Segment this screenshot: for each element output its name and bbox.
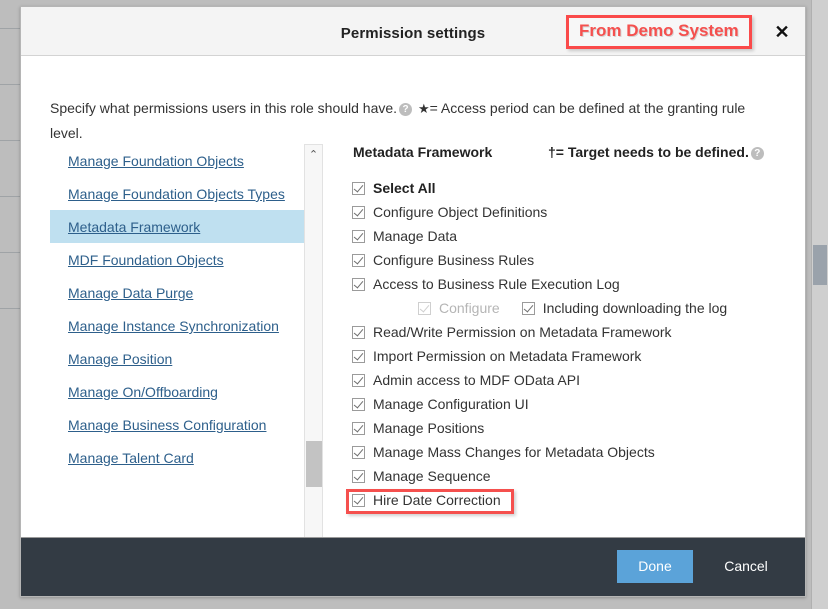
permission-row-manage-positions[interactable]: Manage Positions — [346, 416, 791, 440]
permission-detail-pane: Metadata Framework †= Target needs to be… — [346, 144, 791, 538]
scroll-up-icon[interactable]: ⌃ — [305, 146, 322, 164]
permission-row-manage-configuration-ui[interactable]: Manage Configuration UI — [346, 392, 791, 416]
permission-label-including-downloading: Including downloading the log — [542, 300, 728, 316]
checkbox-import-permission-on-metadata-framework[interactable] — [352, 349, 365, 363]
dialog-body: Specify what permissions users in this r… — [21, 56, 805, 538]
permission-label: Manage Mass Changes for Metadata Objects — [373, 444, 655, 460]
checkbox-read-write-permission-on-metadata-framework[interactable] — [352, 325, 365, 339]
permission-row-manage-sequence[interactable]: Manage Sequence — [346, 464, 791, 488]
annotation-from-demo-system: From Demo System — [566, 15, 752, 49]
sidebar-item-mdf-foundation-objects[interactable]: MDF Foundation Objects — [50, 243, 306, 276]
description-text-primary: Specify what permissions users in this r… — [50, 100, 398, 116]
checkbox-manage-configuration-ui[interactable] — [352, 397, 365, 411]
checkbox-including-downloading-the-log[interactable] — [521, 301, 535, 315]
checkbox-manage-mass-changes-for-metadata-objects[interactable] — [352, 445, 365, 459]
permission-category-list[interactable]: Manage Foundation Objects Manage Foundat… — [50, 144, 306, 538]
checkbox-configure-business-rules[interactable] — [352, 253, 365, 267]
sidebar-item-manage-on-offboarding[interactable]: Manage On/Offboarding — [50, 375, 306, 408]
backdrop-page-lines — [0, 0, 22, 609]
permission-row-manage-data[interactable]: Manage Data — [346, 224, 791, 248]
permission-row-import-permission-on-metadata-framework[interactable]: Import Permission on Metadata Framework — [346, 344, 791, 368]
permission-row-read-write-permission-on-metadata-framework[interactable]: Read/Write Permission on Metadata Framew… — [346, 320, 791, 344]
sidebar-item-manage-data-purge[interactable]: Manage Data Purge — [50, 276, 306, 309]
browser-vertical-scrollbar[interactable] — [811, 0, 828, 609]
permission-label: Read/Write Permission on Metadata Framew… — [373, 324, 672, 340]
permission-checkbox-list: Select All Configure Object Definitions … — [346, 176, 791, 514]
checkbox-configure — [418, 301, 431, 315]
checkbox-manage-sequence[interactable] — [352, 469, 365, 483]
dialog-description: Specify what permissions users in this r… — [50, 96, 775, 146]
checkbox-select-all[interactable] — [352, 181, 365, 195]
sidebar-item-metadata-framework[interactable]: Metadata Framework — [50, 210, 306, 243]
star-icon: ★ — [417, 101, 430, 116]
permission-settings-dialog: Permission settings From Demo System ✕ S… — [20, 6, 806, 597]
dagger-note: †= Target needs to be defined.? — [548, 144, 766, 160]
permission-label: Configure Object Definitions — [373, 204, 548, 220]
dialog-footer: Done Cancel — [21, 537, 805, 596]
dagger-help-icon[interactable]: ? — [750, 147, 764, 160]
permission-label: Admin access to MDF OData API — [373, 372, 580, 388]
permission-label: Manage Configuration UI — [373, 396, 529, 412]
permission-label: Manage Sequence — [373, 468, 491, 484]
checkbox-manage-positions[interactable] — [352, 421, 365, 435]
sidebar-item-manage-talent-card[interactable]: Manage Talent Card — [50, 441, 306, 474]
permission-label: Manage Positions — [373, 420, 485, 436]
permission-label: Select All — [373, 180, 436, 196]
permission-section-title: Metadata Framework — [353, 144, 493, 160]
permission-label: Manage Data — [373, 228, 458, 244]
permission-detail-header: Metadata Framework †= Target needs to be… — [346, 144, 791, 174]
sidebar-item-manage-business-configuration[interactable]: Manage Business Configuration — [50, 408, 306, 441]
cancel-button[interactable]: Cancel — [711, 550, 781, 583]
permission-label: Configure Business Rules — [373, 252, 535, 268]
permission-label: Access to Business Rule Execution Log — [373, 276, 620, 292]
permission-label: Import Permission on Metadata Framework — [373, 348, 642, 364]
category-scrollbar-thumb[interactable] — [306, 441, 322, 487]
checkbox-configure-object-definitions[interactable] — [352, 205, 365, 219]
dagger-note-text: †= Target needs to be defined. — [548, 144, 749, 160]
sidebar-item-manage-foundation-objects[interactable]: Manage Foundation Objects — [50, 144, 306, 177]
browser-scrollbar-thumb[interactable] — [813, 245, 827, 285]
permission-row-configure-object-definitions[interactable]: Configure Object Definitions — [346, 200, 791, 224]
permission-row-select-all[interactable]: Select All — [346, 176, 791, 200]
checkbox-manage-data[interactable] — [352, 229, 365, 243]
permission-row-access-business-rule-execution-log[interactable]: Access to Business Rule Execution Log — [346, 272, 791, 296]
permission-label: Hire Date Correction — [373, 492, 501, 508]
help-icon[interactable]: ? — [399, 103, 413, 116]
dialog-titlebar: Permission settings From Demo System ✕ — [21, 7, 805, 56]
sidebar-item-manage-position[interactable]: Manage Position — [50, 342, 306, 375]
checkbox-hire-date-correction[interactable] — [352, 493, 365, 507]
permission-row-configure-business-rules[interactable]: Configure Business Rules — [346, 248, 791, 272]
done-button[interactable]: Done — [617, 550, 693, 583]
sidebar-item-manage-foundation-objects-types[interactable]: Manage Foundation Objects Types — [50, 177, 306, 210]
close-icon[interactable]: ✕ — [769, 19, 795, 45]
category-list-scrollbar[interactable]: ⌃ ⌄ — [304, 144, 323, 538]
permission-row-admin-access-to-mdf-odata-api[interactable]: Admin access to MDF OData API — [346, 368, 791, 392]
sidebar-item-manage-instance-synchronization[interactable]: Manage Instance Synchronization — [50, 309, 306, 342]
permission-row-manage-mass-changes-for-metadata-objects[interactable]: Manage Mass Changes for Metadata Objects — [346, 440, 791, 464]
permission-subrow-execution-log-options[interactable]: Configure Including downloading the log — [346, 296, 791, 320]
permission-row-hire-date-correction[interactable]: Hire Date Correction — [346, 488, 791, 514]
checkbox-admin-access-to-mdf-odata-api[interactable] — [352, 373, 365, 387]
permission-label-configure: Configure — [439, 300, 500, 316]
checkbox-access-business-rule-execution-log[interactable] — [352, 277, 365, 291]
